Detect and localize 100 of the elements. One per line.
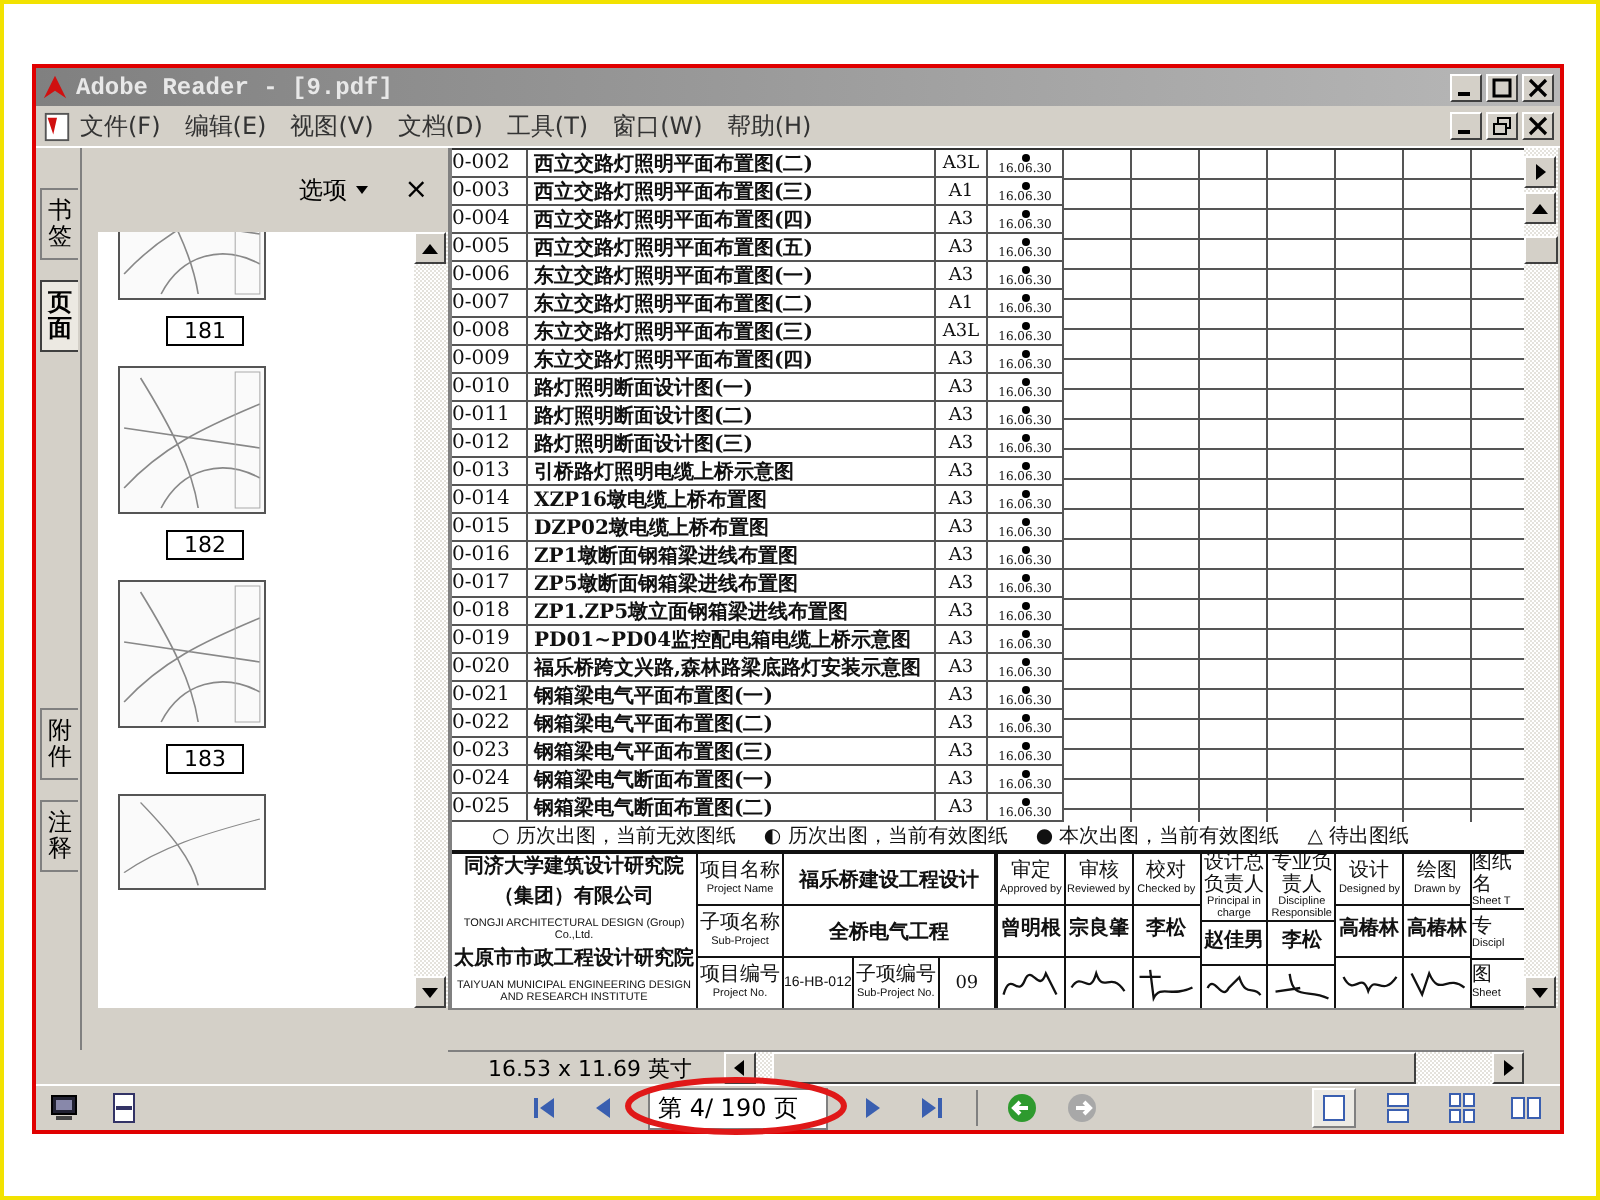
- menu-item[interactable]: 工具(T): [506, 109, 589, 143]
- restore-icon: [1492, 116, 1512, 136]
- split-arrow-button[interactable]: [1524, 156, 1556, 188]
- table-cell: 0-021: [452, 682, 528, 708]
- scroll-up-button[interactable]: [414, 232, 446, 264]
- table-cell: 0-004: [452, 206, 528, 232]
- table-cell: 引桥路灯照明电缆上桥示意图: [528, 458, 936, 484]
- issued-dot-icon: [1021, 378, 1029, 386]
- issued-dot-icon: [1021, 518, 1029, 526]
- page-thumbnail[interactable]: [118, 366, 266, 514]
- field-label: 项目编号: [700, 966, 780, 988]
- scroll-thumb[interactable]: [771, 1052, 1416, 1084]
- table-cell: A3: [936, 514, 988, 540]
- role-label: 绘图: [1417, 862, 1458, 884]
- scroll-up-button[interactable]: [1524, 192, 1556, 224]
- table-cell: DZP02墩电缆上桥布置图: [528, 514, 936, 540]
- menu-item[interactable]: 文档(D): [397, 109, 483, 143]
- side-tab[interactable]: 附件: [40, 708, 78, 781]
- field-value: 福乐桥建设工程设计: [796, 867, 981, 895]
- minimize-button[interactable]: [1450, 112, 1482, 140]
- page-thumbnail[interactable]: [118, 794, 266, 890]
- issued-dot-icon: [1021, 406, 1029, 414]
- legend-item: △ 待出图纸: [1307, 823, 1410, 850]
- issued-dot-icon: [1021, 630, 1029, 638]
- table-cell: PD01~PD04监控配电箱电缆上桥示意图: [528, 626, 936, 652]
- table-cell: 0-025: [452, 794, 528, 820]
- first-page-icon[interactable]: [528, 1092, 560, 1124]
- table-cell: 0-020: [452, 654, 528, 680]
- caret-icon[interactable]: [356, 186, 369, 194]
- scroll-thumb[interactable]: [1524, 236, 1558, 264]
- menu-item[interactable]: 文件(F): [80, 109, 161, 143]
- scroll-down-button[interactable]: [1524, 976, 1556, 1008]
- close-panel-button[interactable]: ×: [404, 174, 428, 206]
- single-view-button[interactable]: [1312, 1088, 1356, 1128]
- table-cell: 路灯照明断面设计图(三): [528, 430, 936, 456]
- table-cell: A3: [936, 570, 988, 596]
- scroll-right-button[interactable]: [1492, 1052, 1524, 1084]
- issued-dot-icon: [1021, 154, 1029, 162]
- menu-item[interactable]: 窗口(W): [612, 109, 703, 143]
- side-tab[interactable]: 页面: [40, 280, 78, 353]
- right-arrow-icon: [1535, 164, 1545, 180]
- person-name: 李松: [1281, 932, 1322, 954]
- table-cell: ZP1墩断面钢箱梁进线布置图: [528, 542, 936, 568]
- side-tab[interactable]: 书签: [40, 188, 78, 261]
- table-cell: A3: [936, 234, 988, 260]
- role-label: 审定: [1010, 862, 1051, 884]
- issued-dot-icon: [1021, 182, 1029, 190]
- signature-drawing: [1000, 965, 1061, 1001]
- table-cell: 0-017: [452, 570, 528, 596]
- table-cell: A3: [936, 262, 988, 288]
- scroll-down-button[interactable]: [414, 976, 446, 1008]
- table-cell: 0-007: [452, 290, 528, 316]
- close-button[interactable]: [1522, 73, 1554, 101]
- table-cell: 0-018: [452, 598, 528, 624]
- company-name: （集团）有限公司: [494, 887, 654, 909]
- table-cell: 钢箱梁电气平面布置图(二): [528, 710, 936, 736]
- issued-dot-icon: [1021, 294, 1029, 302]
- minimize-button[interactable]: [1450, 73, 1482, 101]
- field-label: 子项名称: [700, 914, 780, 936]
- menu-item[interactable]: 编辑(E): [184, 109, 267, 143]
- close-button[interactable]: [1522, 112, 1554, 140]
- table-cell: A3: [936, 402, 988, 428]
- restore-button[interactable]: [1486, 112, 1518, 140]
- table-cell: A3: [936, 682, 988, 708]
- table-cell: A3: [936, 794, 988, 820]
- back-icon[interactable]: [1006, 1092, 1039, 1124]
- side-tab[interactable]: 注释: [40, 800, 78, 873]
- facing-view-icon: [1510, 1092, 1542, 1124]
- page-icon[interactable]: [108, 1092, 140, 1124]
- table-cell: A3L: [936, 318, 988, 344]
- table-cell: A1: [936, 290, 988, 316]
- table-cell: 路灯照明断面设计图(一): [528, 374, 936, 400]
- issued-dot-icon: [1021, 434, 1029, 442]
- maximize-button[interactable]: [1486, 73, 1518, 101]
- scrollbar[interactable]: [723, 1052, 1524, 1084]
- app-logo-icon: [42, 74, 68, 100]
- field-value: 09: [953, 971, 981, 997]
- table-cell: 0-023: [452, 738, 528, 764]
- table-cell: 东立交路灯照明平面布置图(四): [528, 346, 936, 372]
- table-cell: A1: [936, 178, 988, 204]
- menu-item[interactable]: 视图(V): [290, 109, 374, 143]
- table-cell: 西立交路灯照明平面布置图(三): [528, 178, 936, 204]
- person-name: 宗良肇: [1068, 920, 1129, 942]
- table-cell: 西立交路灯照明平面布置图(五): [528, 234, 936, 260]
- menu-item[interactable]: 帮助(H): [726, 109, 812, 143]
- field-value: 全桥电气工程: [827, 919, 951, 947]
- down-arrow-icon: [422, 987, 438, 997]
- table-cell: 0-024: [452, 766, 528, 792]
- monitor-icon[interactable]: [48, 1092, 80, 1124]
- role-label: 设计: [1349, 862, 1390, 884]
- options-menu[interactable]: 选项: [298, 173, 347, 207]
- close-icon: [1528, 77, 1548, 97]
- page-number-field[interactable]: 第 4/ 190 页: [648, 1087, 829, 1129]
- table-cell: 钢箱梁电气平面布置图(一): [528, 682, 936, 708]
- page-thumbnail[interactable]: [118, 580, 266, 728]
- scrollbar[interactable]: [414, 232, 448, 1008]
- scrollbar[interactable]: [1524, 148, 1558, 1008]
- table-cell: 0-002: [452, 150, 528, 176]
- issued-dot-icon: [1021, 210, 1029, 218]
- role-label: 校对: [1146, 862, 1187, 884]
